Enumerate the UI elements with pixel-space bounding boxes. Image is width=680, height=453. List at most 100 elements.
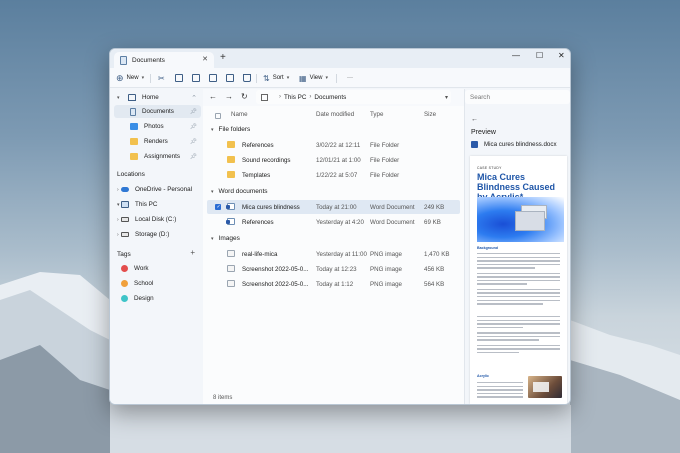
pin-icon[interactable]: 📌︎	[190, 154, 197, 160]
select-all-checkbox[interactable]	[215, 113, 221, 119]
sidebar-item-assignments[interactable]: Assignments 📌︎	[114, 150, 201, 163]
chevron-right-icon: ›	[117, 186, 119, 193]
new-button[interactable]: ⊕ New ▾	[116, 72, 144, 84]
sidebar-item-renders[interactable]: Renders 📌︎	[114, 135, 201, 148]
refresh-button[interactable]: ↻	[241, 92, 248, 101]
column-header-name[interactable]: Name	[231, 111, 248, 121]
chevron-down-icon: ▾	[141, 75, 145, 81]
back-button[interactable]: ←	[209, 92, 217, 101]
address-bar[interactable]: › This PC › Documents ▾	[256, 90, 451, 104]
add-tag-button[interactable]: +	[190, 248, 195, 257]
trash-icon	[243, 74, 251, 82]
chevron-up-icon[interactable]: ⌃	[191, 94, 197, 102]
file-date: Today at 1:12	[316, 281, 354, 288]
more-options-button[interactable]: ···	[344, 72, 353, 84]
file-size: 249 KB	[424, 204, 445, 211]
sidebar-item-label: OneDrive - Personal	[135, 186, 193, 193]
table-row[interactable]: References Yesterday at 4:20 Word Docume…	[207, 215, 460, 229]
pin-icon[interactable]: 📌︎	[190, 139, 197, 145]
chevron-down-icon[interactable]: ▾	[445, 94, 448, 101]
cut-button[interactable]: ✂	[158, 72, 165, 84]
sidebar-item-photos[interactable]: Photos 📌︎	[114, 120, 201, 133]
tab-close-icon[interactable]: ✕	[202, 55, 208, 63]
group-label: File folders	[218, 126, 251, 133]
computer-icon	[261, 93, 268, 101]
search-input[interactable]: Search	[465, 90, 570, 104]
group-header-folders[interactable]: ▾ File folders	[211, 126, 250, 133]
column-header-size[interactable]: Size	[424, 111, 436, 121]
sidebar-item-onedrive[interactable]: › OneDrive - Personal	[114, 183, 201, 196]
file-size: 456 KB	[424, 266, 445, 273]
photos-icon	[130, 123, 138, 130]
new-tab-button[interactable]: +	[220, 52, 226, 63]
tag-color-dot	[121, 280, 128, 287]
chevron-down-icon: ▾	[211, 189, 214, 195]
maximize-button[interactable]: ☐	[536, 51, 543, 60]
locations-header: Locations	[117, 171, 145, 178]
doc-hero-image	[477, 197, 564, 242]
table-row[interactable]: Screenshot 2022-05-0... Today at 1:12 PN…	[207, 277, 460, 291]
table-row-selected[interactable]: Mica cures blindness Today at 21:00 Word…	[207, 200, 460, 214]
word-document-icon	[226, 203, 235, 210]
tag-design[interactable]: Design	[114, 292, 201, 305]
folder-icon	[227, 141, 235, 148]
sort-button[interactable]: ⇅ Sort ▾	[263, 72, 289, 84]
pin-icon[interactable]: 📌︎	[190, 109, 197, 115]
sidebar-item-storage[interactable]: › Storage (D:)	[114, 228, 201, 241]
file-type: File Folder	[370, 172, 400, 179]
folder-icon	[227, 156, 235, 163]
preview-back-button[interactable]: ←	[471, 116, 478, 123]
tag-work[interactable]: Work	[114, 262, 201, 275]
sidebar-item-label: Assignments	[144, 153, 181, 160]
pin-icon[interactable]: 📌︎	[190, 124, 197, 130]
file-name: real-life-mica	[242, 251, 278, 258]
word-document-icon	[226, 218, 235, 225]
view-label: View	[309, 75, 323, 81]
document-icon	[120, 55, 127, 65]
file-date: Yesterday at 11:00	[316, 251, 367, 258]
sidebar-item-documents[interactable]: Documents 📌︎	[114, 105, 201, 118]
chevron-down-icon: ▾	[286, 75, 290, 81]
breadcrumb-this-pc[interactable]: This PC	[284, 94, 306, 101]
file-type: PNG image	[370, 251, 402, 258]
file-date: Yesterday at 4:20	[316, 219, 364, 226]
table-row[interactable]: Sound recordings 12/01/21 at 1:00 File F…	[207, 153, 460, 167]
tag-school[interactable]: School	[114, 277, 201, 290]
breadcrumb-documents[interactable]: Documents	[314, 94, 346, 101]
column-header-date[interactable]: Date modified	[316, 111, 354, 121]
close-button[interactable]: ✕	[558, 51, 565, 60]
sidebar-item-this-pc[interactable]: ▾ This PC	[114, 198, 201, 211]
sidebar-item-local-disk[interactable]: › Local Disk (C:)	[114, 213, 201, 226]
rename-icon	[209, 74, 217, 82]
command-bar: ⊕ New ▾ ✂ ⇅ Sort ▾ ▦ View ▾ ···	[110, 68, 570, 88]
table-row[interactable]: Screenshot 2022-05-0... Today at 12:23 P…	[207, 262, 460, 276]
preview-file-name: Mica cures blindness.docx	[484, 141, 557, 148]
sort-icon: ⇅	[263, 73, 270, 83]
file-name: Templates	[242, 172, 271, 179]
copy-button[interactable]	[175, 72, 183, 84]
breadcrumb-separator: ›	[309, 94, 312, 100]
group-label: Images	[218, 235, 240, 242]
group-header-word[interactable]: ▾ Word documents	[211, 188, 268, 195]
view-button[interactable]: ▦ View ▾	[299, 72, 328, 84]
paste-button[interactable]	[192, 72, 200, 84]
forward-button[interactable]: →	[225, 92, 233, 101]
group-header-images[interactable]: ▾ Images	[211, 235, 240, 242]
tab-documents[interactable]: Documents ✕	[114, 52, 214, 68]
column-header-type[interactable]: Type	[370, 111, 383, 121]
toolbar-divider	[256, 74, 257, 83]
table-row[interactable]: References 3/02/22 at 12:11 File Folder	[207, 138, 460, 152]
sidebar-item-home[interactable]: ▾ Home ⌃	[114, 91, 201, 104]
file-type: File Folder	[370, 157, 400, 164]
toolbar-divider	[336, 74, 337, 83]
share-button[interactable]	[226, 72, 234, 84]
delete-button[interactable]	[243, 72, 251, 84]
table-row[interactable]: real-life-mica Yesterday at 11:00 PNG im…	[207, 247, 460, 261]
table-row[interactable]: Templates 1/22/22 at 5:07 File Folder	[207, 168, 460, 182]
doc-body-text	[477, 382, 523, 400]
rename-button[interactable]	[209, 72, 217, 84]
minimize-button[interactable]: —	[512, 51, 520, 60]
title-bar: Documents ✕ + — ☐ ✕	[110, 49, 570, 68]
row-checkbox[interactable]	[215, 204, 221, 210]
drive-icon	[121, 232, 129, 237]
